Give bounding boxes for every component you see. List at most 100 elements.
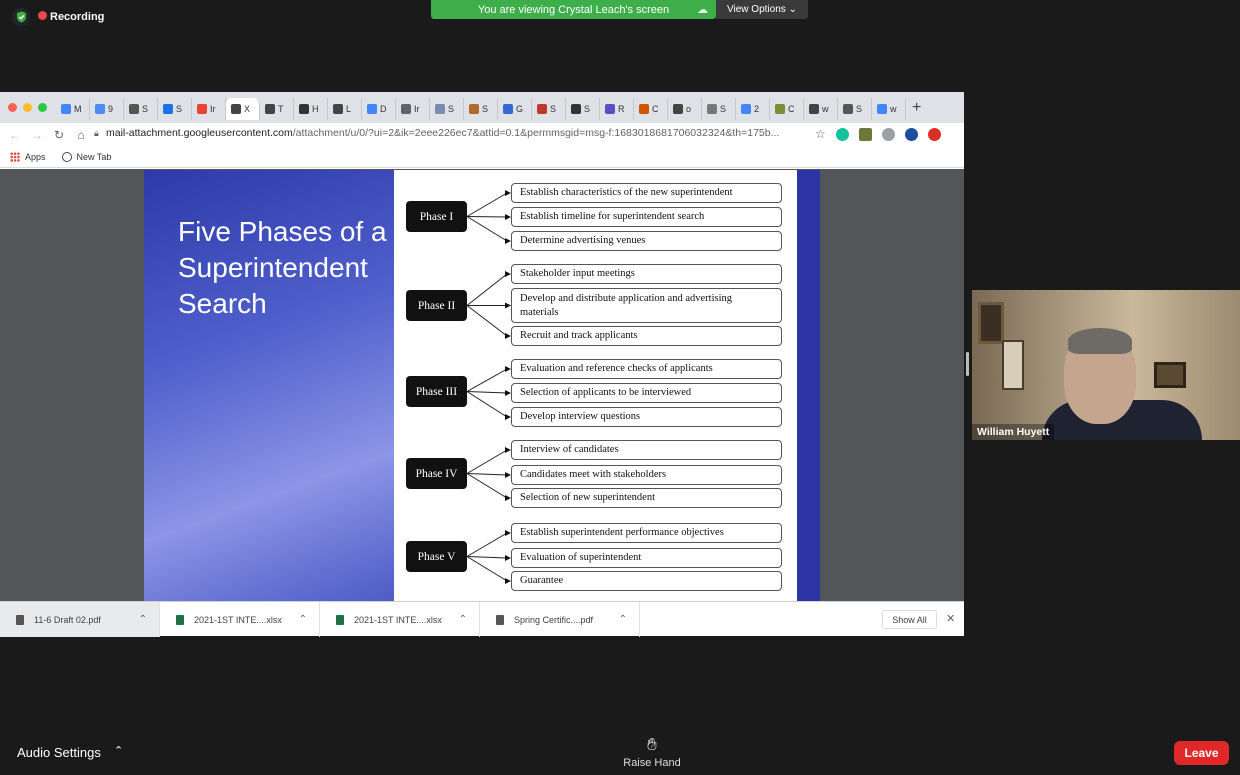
tab-favicon-icon [435, 104, 445, 114]
download-options-chevron-icon[interactable]: ⌃ [139, 614, 147, 625]
browser-tab[interactable]: M [56, 98, 90, 120]
grammarly-extension-icon[interactable] [835, 127, 849, 141]
browser-tab[interactable]: S [702, 98, 736, 120]
browser-tab[interactable]: 2 [736, 98, 770, 120]
profile-avatar-icon[interactable] [904, 127, 918, 141]
file-icon [336, 614, 344, 625]
pdf-viewer[interactable]: Five Phases of a Superintendent Search P… [0, 169, 964, 601]
home-icon[interactable]: ⌂ [70, 128, 92, 142]
browser-tab[interactable]: C [634, 98, 668, 120]
security-shield-icon[interactable] [12, 8, 30, 26]
tab-label: S [448, 104, 455, 114]
forward-icon[interactable]: → [26, 128, 48, 142]
tab-favicon-icon [809, 104, 819, 114]
slide-edge [797, 170, 820, 601]
browser-tab[interactable]: S [532, 98, 566, 120]
tab-label: C [652, 104, 659, 114]
browser-tab[interactable]: D [362, 98, 396, 120]
phase-step: Guarantee [511, 571, 782, 591]
download-options-chevron-icon[interactable]: ⌃ [299, 614, 307, 625]
browser-tab[interactable]: L [328, 98, 362, 120]
download-item[interactable]: Spring Certific....pdf ⌃ [480, 602, 640, 637]
phase-step: Determine advertising venues [511, 231, 782, 251]
connector-line [466, 273, 508, 306]
maximize-window-button[interactable] [38, 103, 47, 112]
browser-tab[interactable]: Ir [192, 98, 226, 120]
download-item[interactable]: 2021-1ST INTE....xlsx ⌃ [160, 602, 320, 637]
reload-icon[interactable]: ↻ [48, 128, 70, 142]
tab-label: S [176, 104, 183, 114]
browser-tab[interactable]: C [770, 98, 804, 120]
lock-icon[interactable]: 🔒︎ [94, 128, 99, 139]
panel-resize-handle[interactable] [966, 352, 969, 376]
tab-favicon-icon [333, 104, 343, 114]
tab-favicon-icon [61, 104, 71, 114]
tab-favicon-icon [537, 104, 547, 114]
download-item[interactable]: 2021-1ST INTE....xlsx ⌃ [320, 602, 480, 637]
url-path: /attachment/u/0/?ui=2&ik=2eee226ec7&atti… [292, 127, 780, 139]
browser-tab[interactable]: S [430, 98, 464, 120]
audio-settings-button[interactable]: Audio Settings [17, 745, 101, 760]
address-bar-row: ← → ↻ ⌂ 🔒︎ mail-attachment.googleusercon… [0, 123, 964, 146]
phase-box: Phase I [406, 201, 467, 232]
extension-icon[interactable] [858, 127, 872, 141]
wall-frame [978, 302, 1004, 344]
phase-step: Selection of applicants to be interviewe… [511, 383, 782, 403]
minimize-window-button[interactable] [23, 103, 32, 112]
tab-label: 2 [754, 104, 760, 114]
tab-label: C [788, 104, 795, 114]
bookmarks-bar: Apps New Tab [0, 146, 964, 168]
new-tab-button[interactable]: + [912, 99, 921, 117]
tab-label: S [142, 104, 149, 114]
phase-step: Establish superintendent performance obj… [511, 523, 782, 543]
star-icon[interactable]: ☆ [815, 127, 826, 141]
phase-step: Establish characteristics of the new sup… [511, 183, 782, 203]
tab-label: w [890, 104, 897, 114]
phase-box: Phase V [406, 541, 467, 572]
tab-label: S [584, 104, 591, 114]
extension-red-icon[interactable] [927, 127, 941, 141]
tab-favicon-icon [605, 104, 615, 114]
browser-tab[interactable]: X [226, 98, 260, 120]
download-item[interactable]: 11-6 Draft 02.pdf ⌃ [0, 602, 160, 637]
browser-tab[interactable]: w [872, 98, 906, 120]
bookmark-apps[interactable]: Apps [10, 151, 46, 162]
browser-tab[interactable]: T [260, 98, 294, 120]
browser-tab[interactable]: S [838, 98, 872, 120]
download-options-chevron-icon[interactable]: ⌃ [459, 614, 467, 625]
browser-tab[interactable]: 9 [90, 98, 124, 120]
bookmark-new-tab[interactable]: New Tab [61, 151, 111, 162]
show-all-downloads-button[interactable]: Show All [882, 610, 937, 629]
leave-button[interactable]: Leave [1174, 741, 1229, 765]
recording-indicator[interactable]: Recording [12, 8, 104, 26]
browser-tab[interactable]: H [294, 98, 328, 120]
extension-circle-icon[interactable] [881, 127, 895, 141]
view-options-button[interactable]: View Options ⌄ [716, 0, 808, 19]
download-options-chevron-icon[interactable]: ⌃ [619, 614, 627, 625]
raise-hand-button[interactable]: ✋︎ Raise Hand [612, 735, 692, 769]
url-field[interactable]: mail-attachment.googleusercontent.com/at… [106, 127, 806, 139]
back-icon[interactable]: ← [4, 128, 26, 142]
tab-label: S [482, 104, 489, 114]
browser-tab[interactable]: w [804, 98, 838, 120]
phase-step: Evaluation of superintendent [511, 548, 782, 568]
tab-favicon-icon [843, 104, 853, 114]
browser-tab[interactable]: G [498, 98, 532, 120]
browser-tab[interactable]: S [566, 98, 600, 120]
close-downloads-icon[interactable]: ✕ [946, 612, 955, 625]
browser-tab[interactable]: S [158, 98, 192, 120]
browser-tab[interactable]: S [124, 98, 158, 120]
tab-label: S [720, 104, 727, 114]
tab-favicon-icon [401, 104, 411, 114]
close-window-button[interactable] [8, 103, 17, 112]
browser-tab[interactable]: o [668, 98, 702, 120]
apps-grid-icon [10, 151, 20, 162]
phase-step: Recruit and track applicants [511, 326, 782, 346]
tab-label: 9 [108, 104, 114, 114]
browser-tab[interactable]: Ir [396, 98, 430, 120]
browser-tab[interactable]: S [464, 98, 498, 120]
chevron-up-icon[interactable]: ⌃ [114, 744, 123, 757]
browser-tab[interactable]: R [600, 98, 634, 120]
participant-video[interactable]: William Huyett [972, 290, 1240, 440]
file-icon [16, 614, 24, 625]
